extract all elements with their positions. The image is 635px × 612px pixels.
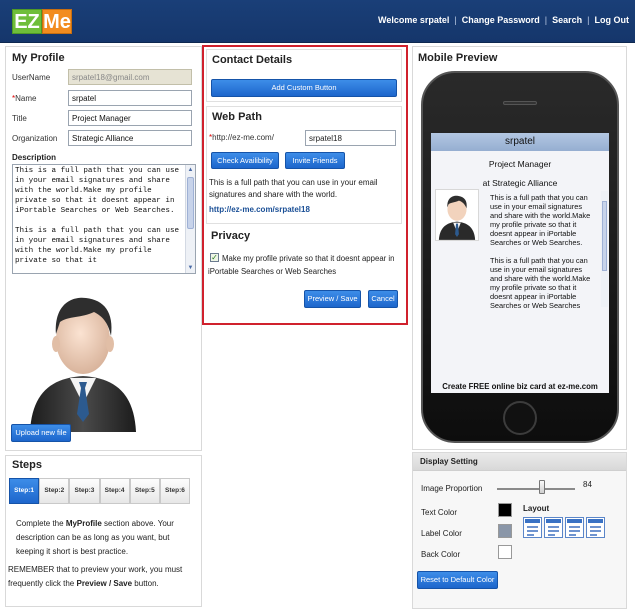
phone-speaker-icon: [503, 101, 537, 105]
preview-company: at Strategic Alliance: [482, 178, 558, 188]
url-prefix-label: *http://ez-me.com/: [209, 133, 274, 142]
add-custom-button[interactable]: Add Custom Button: [211, 79, 397, 97]
search-link[interactable]: Search: [552, 15, 582, 25]
preview-footer: Create FREE online biz card at ez-me.com: [442, 382, 598, 391]
organization-label: Organization: [12, 134, 58, 143]
preview-name: srpatel: [431, 133, 609, 151]
preview-scrollbar[interactable]: [601, 191, 608, 307]
mobile-preview-panel: Mobile Preview srpatel Project Manager a…: [412, 46, 627, 450]
top-nav: Welcome srpatel | Change Password | Search | L…: [378, 15, 629, 25]
text-color-label: Text Color: [421, 508, 458, 517]
web-path-title: Web Path: [212, 111, 262, 123]
image-proportion-value: 84: [583, 480, 592, 489]
steps-instructions: Complete the MyProfile section above. Yo…: [16, 519, 174, 556]
layout-option-4[interactable]: [586, 517, 605, 538]
title-label: Title: [12, 114, 27, 123]
logout-link[interactable]: Log Out: [595, 15, 630, 25]
organization-field[interactable]: Strategic Alliance: [68, 130, 192, 146]
privacy-title: Privacy: [211, 230, 251, 242]
web-path-link[interactable]: http://ez-me.com/srpatel18: [209, 205, 310, 214]
preview-job-title: Project Manager: [488, 159, 552, 169]
reset-default-color-button[interactable]: Reset to Default Color: [417, 571, 498, 589]
description-scrollbar[interactable]: ▲ ▼: [185, 165, 195, 273]
description-label: Description: [12, 153, 57, 162]
welcome-user: Welcome srpatel: [378, 15, 450, 25]
my-profile-title: My Profile: [12, 52, 65, 64]
change-password-link[interactable]: Change Password: [462, 15, 540, 25]
layout-label: Layout: [523, 504, 550, 513]
scroll-down-icon[interactable]: ▼: [186, 263, 195, 273]
phone-home-button-icon: [503, 401, 537, 435]
back-color-label: Back Color: [421, 550, 461, 559]
privacy-section: Privacy Make my profile private so that …: [206, 226, 402, 319]
steps-reminder: REMEMBER that to preview your work, you …: [8, 565, 183, 588]
phone-frame: srpatel Project Manager at Strategic All…: [421, 71, 619, 443]
preview-avatar-image: [435, 189, 479, 241]
image-proportion-slider-handle[interactable]: [539, 480, 545, 494]
step-tab-3[interactable]: Step:3: [69, 478, 100, 504]
layout-option-3[interactable]: [565, 517, 584, 538]
ezme-logo[interactable]: EZ Me: [12, 9, 72, 34]
web-path-description: This is a full path that you can use in …: [209, 178, 378, 199]
name-field[interactable]: srpatel: [68, 90, 192, 106]
profile-avatar-image: [30, 297, 136, 432]
step-tab-1[interactable]: Step:1: [9, 478, 40, 504]
check-availability-button[interactable]: Check Availibility: [211, 152, 279, 169]
back-color-swatch[interactable]: [498, 545, 512, 559]
layout-option-2[interactable]: [544, 517, 563, 538]
image-proportion-label: Image Proportion: [421, 484, 483, 493]
step-tab-5[interactable]: Step:5: [129, 478, 160, 504]
image-proportion-slider[interactable]: [497, 488, 575, 490]
text-color-swatch[interactable]: [498, 503, 512, 517]
label-color-label: Label Color: [421, 529, 462, 538]
web-path-input[interactable]: srpatel18: [305, 130, 396, 146]
title-field[interactable]: Project Manager: [68, 110, 192, 126]
upload-new-file-button[interactable]: Upload new file: [11, 424, 71, 442]
preview-description: This is a full path that you can use in …: [490, 193, 591, 310]
step-tabs: Step:1 Step:2 Step:3 Step:4 Step:5 Step:…: [9, 478, 191, 504]
name-label: *Name: [12, 94, 37, 103]
contact-details-title: Contact Details: [212, 54, 293, 66]
label-color-swatch[interactable]: [498, 524, 512, 538]
steps-panel: Steps Step:1 Step:2 Step:3 Step:4 Step:5…: [5, 455, 202, 607]
contact-details-section: Contact Details Add Custom Button: [206, 49, 402, 102]
description-text: This is a full path that you can use in …: [15, 167, 180, 265]
display-settings-title: Display Setting: [413, 453, 626, 471]
username-field: srpatel18@gmail.com: [68, 69, 192, 85]
web-path-section: Web Path *http://ez-me.com/ srpatel18 Ch…: [206, 106, 402, 224]
preview-save-button[interactable]: Preview / Save: [304, 290, 361, 308]
step-tab-2[interactable]: Step:2: [39, 478, 70, 504]
top-header: EZ Me Welcome srpatel | Change Password | Se…: [0, 0, 635, 43]
my-profile-panel: My Profile UserName srpatel18@gmail.com …: [5, 46, 202, 451]
description-textarea[interactable]: This is a full path that you can use in …: [12, 164, 196, 274]
invite-friends-button[interactable]: Invite Friends: [285, 152, 345, 169]
username-label: UserName: [12, 73, 51, 82]
privacy-label: Make my profile private so that it doesn…: [208, 254, 395, 276]
step-tab-4[interactable]: Step:4: [99, 478, 130, 504]
display-settings-panel: Display Setting Image Proportion 84 Text…: [412, 452, 627, 609]
steps-title: Steps: [12, 459, 42, 471]
mobile-preview-title: Mobile Preview: [418, 52, 498, 64]
layout-option-1[interactable]: [523, 517, 542, 538]
phone-screen: srpatel Project Manager at Strategic All…: [431, 133, 609, 393]
scroll-up-icon[interactable]: ▲: [186, 165, 195, 175]
step-tab-6[interactable]: Step:6: [159, 478, 191, 504]
cancel-button[interactable]: Cancel: [368, 290, 398, 308]
privacy-checkbox[interactable]: ✓: [210, 253, 219, 262]
